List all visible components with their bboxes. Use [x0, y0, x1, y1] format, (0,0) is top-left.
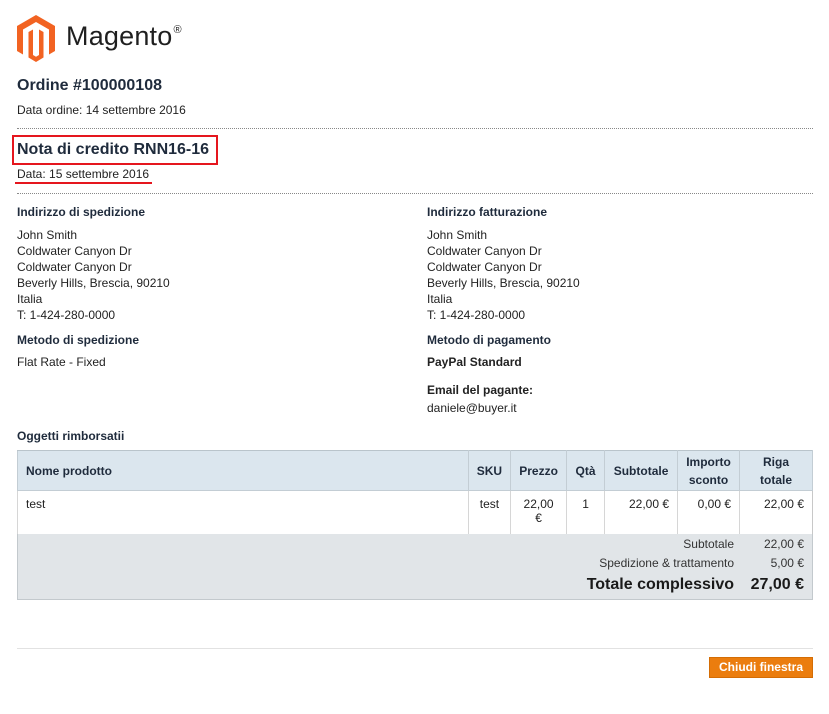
- subtotal-label: Subtotale: [683, 537, 734, 551]
- grand-total-value: 27,00 €: [750, 576, 804, 593]
- cell-qty: 1: [566, 490, 605, 535]
- column-header-discount: Importo sconto: [677, 450, 741, 491]
- address-line: John Smith: [17, 228, 78, 242]
- payer-email-label: Email del pagante:: [427, 383, 534, 397]
- divider: [17, 193, 813, 194]
- cell-sku: test: [467, 490, 511, 535]
- credit-memo-date: Data: 15 settembre 2016: [17, 167, 150, 181]
- shipping-value: 5,00 €: [770, 556, 804, 570]
- address-line: Beverly Hills, Brescia, 90210: [427, 276, 580, 290]
- refunded-items-table: Nome prodotto SKU Prezzo Qtà Subtotale I…: [17, 450, 813, 535]
- cell-subtotal: 22,00 €: [604, 490, 678, 535]
- address-line: Coldwater Canyon Dr: [427, 244, 542, 258]
- shipping-column: Indirizzo di spedizione John Smith Coldw…: [17, 205, 397, 369]
- shipping-method-value: Flat Rate - Fixed: [17, 355, 106, 369]
- column-header-qty: Qtà: [566, 450, 606, 491]
- totals-block: Subtotale 22,00 € Spedizione & trattamen…: [17, 534, 813, 600]
- footer-divider: [17, 648, 813, 649]
- subtotal-value: 22,00 €: [763, 537, 804, 551]
- address-line: T: 1-424-280-0000: [17, 308, 116, 322]
- table-row: test test 22,00 € 1 22,00 € 0,00 € 22,00…: [17, 490, 813, 535]
- cell-product-name: test: [17, 490, 469, 535]
- brand-name: Magento®: [66, 20, 182, 51]
- credit-memo-date-underline: [15, 182, 152, 184]
- registered-mark: ®: [173, 23, 182, 36]
- payment-method-value: PayPal Standard: [427, 355, 522, 369]
- address-line: Italia: [17, 292, 43, 306]
- billing-column: Indirizzo fatturazione John Smith Coldwa…: [427, 205, 807, 415]
- magento-logo-icon: [17, 14, 55, 62]
- address-line: Beverly Hills, Brescia, 90210: [17, 276, 170, 290]
- column-header-subtotal: Subtotale: [604, 450, 679, 491]
- payment-method-title: Metodo di pagamento: [427, 333, 551, 347]
- column-header-sku: SKU: [467, 450, 512, 491]
- payment-method: Metodo di pagamento PayPal Standard Emai…: [427, 333, 551, 415]
- cell-discount: 0,00 €: [677, 490, 740, 535]
- cell-row-total: 22,00 €: [739, 490, 813, 535]
- payer-email: daniele@buyer.it: [427, 401, 517, 415]
- billing-address-title: Indirizzo fatturazione: [427, 205, 547, 219]
- divider: [17, 128, 813, 129]
- column-header-row-total: Riga totale: [739, 450, 813, 491]
- address-line: T: 1-424-280-0000: [427, 308, 526, 322]
- credit-memo-title: Nota di credito RNN16-16: [17, 141, 210, 158]
- grand-total-row: Totale complessivo 27,00 €: [434, 576, 804, 594]
- order-date: Data ordine: 14 settembre 2016: [17, 103, 186, 117]
- shipping-row: Spedizione & trattamento 5,00 €: [534, 556, 804, 570]
- shipping-address: John Smith Coldwater Canyon Dr Coldwater…: [17, 227, 397, 323]
- shipping-address-title: Indirizzo di spedizione: [17, 205, 146, 219]
- cell-price: 22,00 €: [510, 490, 567, 535]
- order-title: Ordine #100000108: [17, 77, 162, 94]
- refunded-items-title: Oggetti rimborsatii: [17, 429, 125, 443]
- address-line: Coldwater Canyon Dr: [427, 260, 542, 274]
- shipping-method-title: Metodo di spedizione: [17, 333, 139, 347]
- address-line: John Smith: [427, 228, 488, 242]
- shipping-method: Metodo di spedizione Flat Rate - Fixed: [17, 333, 139, 369]
- table-header-row: Nome prodotto SKU Prezzo Qtà Subtotale I…: [17, 450, 813, 491]
- column-header-product-name: Nome prodotto: [17, 450, 469, 491]
- address-line: Coldwater Canyon Dr: [17, 260, 132, 274]
- subtotal-row: Subtotale 22,00 €: [534, 537, 804, 551]
- column-header-price: Prezzo: [510, 450, 568, 491]
- magento-logo: Magento®: [17, 14, 182, 62]
- address-line: Coldwater Canyon Dr: [17, 244, 132, 258]
- close-window-button[interactable]: Chiudi finestra: [709, 657, 813, 678]
- billing-address: John Smith Coldwater Canyon Dr Coldwater…: [427, 227, 807, 323]
- grand-total-label: Totale complessivo: [586, 576, 734, 593]
- shipping-label: Spedizione & trattamento: [599, 556, 734, 570]
- address-line: Italia: [427, 292, 453, 306]
